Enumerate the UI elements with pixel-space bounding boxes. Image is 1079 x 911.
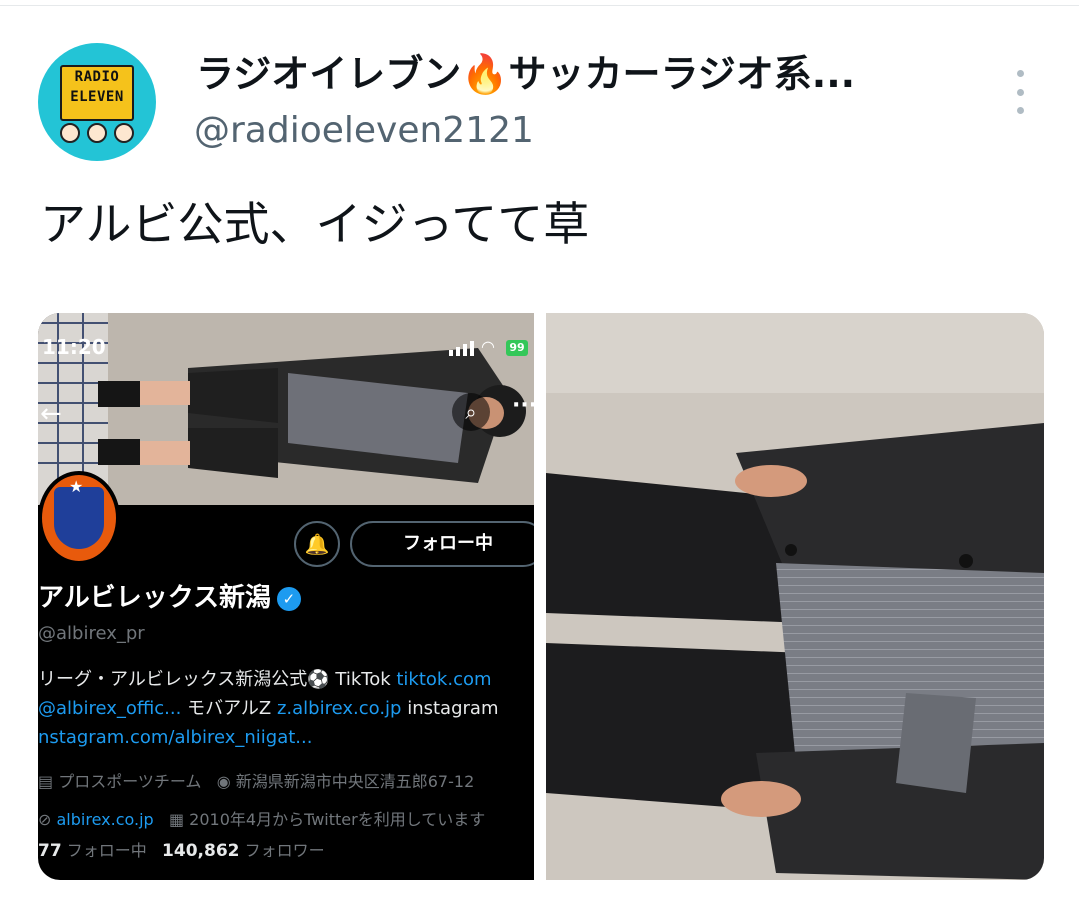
phone-clock: 11:20: [42, 335, 106, 359]
more-options-icon[interactable]: [1006, 70, 1034, 114]
suit-photo-illustration: [546, 313, 1044, 880]
bio-link: @albirex_offic...: [38, 698, 182, 719]
star-icon: ★: [69, 477, 84, 496]
embedded-account-handle: @albirex_pr: [38, 623, 145, 644]
following-label: フォロー中: [66, 841, 147, 860]
search-icon: ⌕: [452, 393, 490, 431]
author-name[interactable]: ラジオイレブン🔥サッカーラジオ系...: [196, 48, 855, 100]
back-arrow-icon: ←: [40, 399, 62, 429]
bio-text: リーグ・アルビレックス新潟公式⚽ TikTok: [38, 669, 397, 690]
author-avatar[interactable]: RADIO ELEVEN: [38, 43, 156, 161]
embedded-profile-meta: ▤ プロスポーツチーム ◉ 新潟県新潟市中央区清五郎67-12 ⊘ albire…: [38, 763, 485, 839]
phone-status-bar: ◠ 99: [449, 337, 528, 356]
bio-text: モバアルZ: [181, 698, 277, 719]
bio-link: tiktok.com: [396, 669, 492, 690]
media-image-suit-photo[interactable]: [546, 313, 1044, 880]
notification-bell-icon: 🔔: [294, 521, 340, 567]
author-handle[interactable]: @radioeleven2121: [194, 108, 534, 154]
following-count: 77: [38, 841, 62, 861]
embedded-account-name-text: アルビレックス新潟: [38, 583, 271, 613]
profile-website: albirex.co.jp: [56, 810, 154, 829]
embedded-bio: リーグ・アルビレックス新潟公式⚽ TikTok tiktok.com @albi…: [38, 665, 498, 752]
calendar-icon: ▦: [168, 810, 185, 829]
bio-link: z.albirex.co.jp: [276, 698, 402, 719]
battery-icon: 99: [506, 340, 528, 356]
location-icon: ◉: [216, 772, 231, 791]
briefcase-icon: ▤: [38, 772, 54, 791]
followers-label: フォロワー: [244, 841, 325, 860]
tweet-text: アルビ公式、イジってて草: [40, 197, 590, 251]
avatar-logo-text: RADIO: [74, 69, 120, 85]
profile-joined: 2010年4月からTwitterを利用しています: [189, 810, 486, 829]
avatar-logo: RADIO ELEVEN: [60, 65, 134, 121]
followers-count: 140,862: [162, 841, 240, 861]
embedded-follow-stats: 77 フォロー中 140,862 フォロワー: [38, 837, 325, 861]
verified-badge-icon: ✓: [276, 587, 301, 611]
following-button: フォロー中: [350, 521, 534, 567]
avatar-logo-text: ELEVEN: [70, 89, 124, 105]
profile-location: 新潟県新潟市中央区清五郎67-12: [235, 772, 475, 791]
embedded-account-name: アルビレックス新潟 ✓: [38, 579, 301, 617]
bio-link: nstagram.com/albirex_niigat...: [38, 727, 313, 748]
media-image-profile-screenshot[interactable]: 11:20 ◠ 99 ← ⌕ ··· ★ 🔔 フォロー中 アルビレックス新潟✓ …: [38, 313, 534, 880]
avatar-faces: [60, 123, 134, 145]
more-icon: ···: [512, 393, 534, 418]
profile-category: プロスポーツチーム: [58, 772, 202, 791]
bio-text: instagram: [401, 698, 499, 719]
club-crest-avatar: ★: [38, 471, 120, 565]
tweet-media[interactable]: 11:20 ◠ 99 ← ⌕ ··· ★ 🔔 フォロー中 アルビレックス新潟✓ …: [38, 313, 1044, 880]
top-divider: [0, 0, 1079, 6]
wifi-icon: ◠: [481, 337, 495, 356]
header-photo: 11:20 ◠ 99 ← ⌕ ···: [38, 313, 534, 505]
link-icon: ⊘: [38, 810, 52, 829]
